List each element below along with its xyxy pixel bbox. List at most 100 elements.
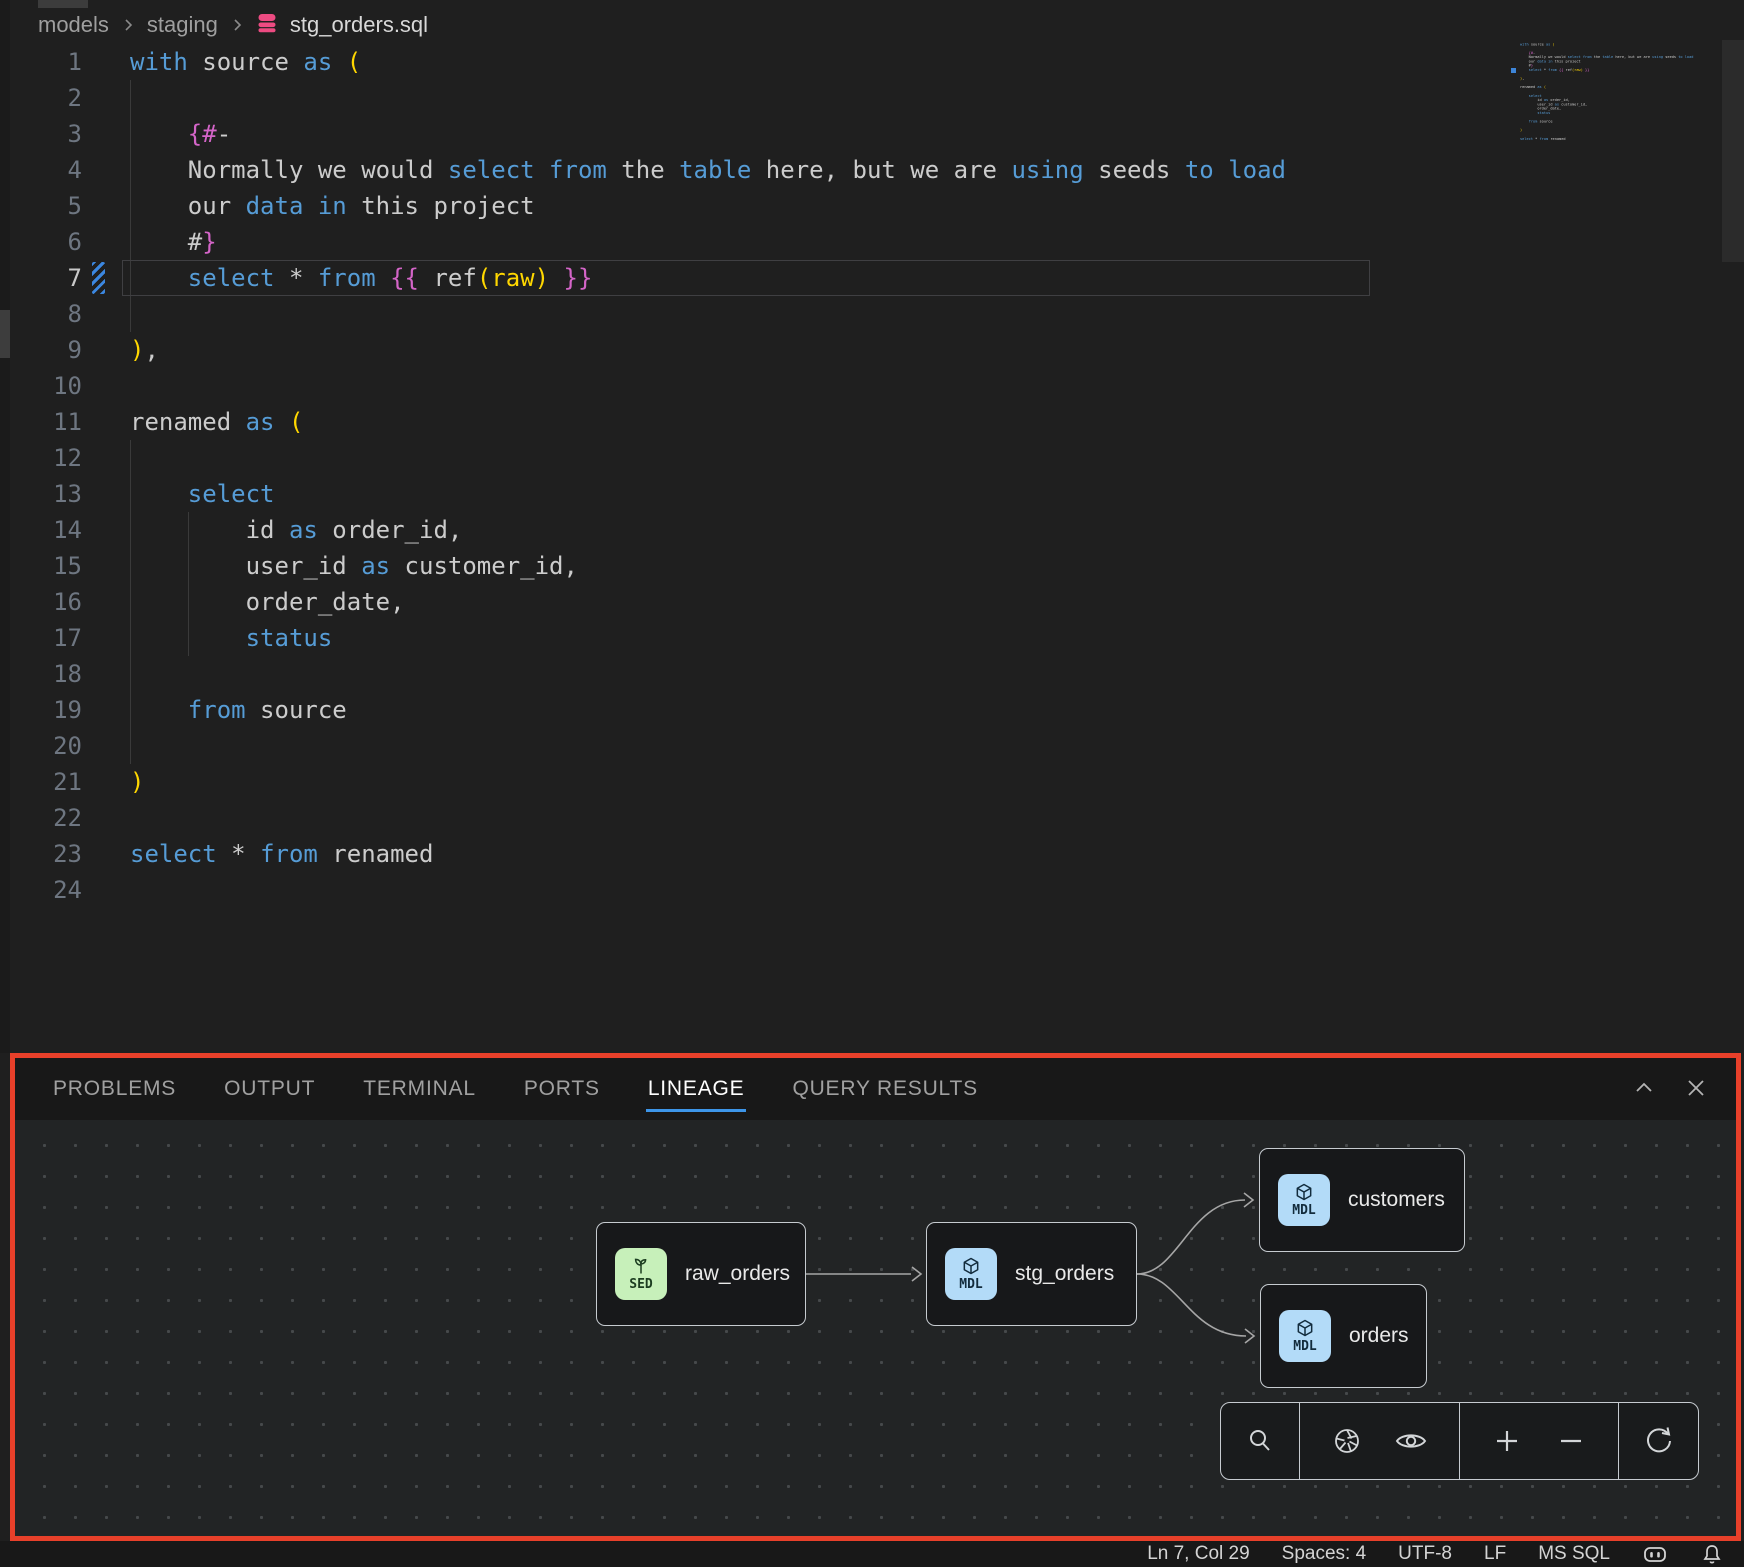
indent-guide — [130, 476, 131, 512]
code-line[interactable]: 3 {#- — [10, 116, 1500, 152]
panel-tab-lineage[interactable]: LINEAGE — [648, 1077, 745, 1101]
code-line[interactable]: 15 user_id as customer_id, — [10, 548, 1500, 584]
code-line[interactable]: 4 Normally we would select from the tabl… — [10, 152, 1500, 188]
breadcrumb-file[interactable]: stg_orders.sql — [290, 12, 428, 38]
lineage-node-stg-orders[interactable]: MDL stg_orders — [926, 1222, 1137, 1326]
code-line[interactable]: 8 — [10, 296, 1500, 332]
line-number[interactable]: 21 — [10, 764, 82, 800]
lineage-canvas[interactable]: SED raw_orders MDL stg_orders — [15, 1120, 1736, 1536]
line-number[interactable]: 17 — [10, 620, 82, 656]
bell-icon[interactable] — [1700, 1542, 1724, 1566]
code-line[interactable]: 19 from source — [10, 692, 1500, 728]
code-line[interactable]: 17 status — [10, 620, 1500, 656]
code-text: our data in this project — [130, 188, 535, 224]
chevron-up-icon[interactable] — [1630, 1074, 1658, 1102]
line-number[interactable]: 1 — [10, 44, 82, 80]
code-line[interactable]: 9), — [10, 332, 1500, 368]
line-number[interactable]: 9 — [10, 332, 82, 368]
line-number[interactable]: 14 — [10, 512, 82, 548]
panel-tab-output[interactable]: OUTPUT — [224, 1077, 315, 1101]
aperture-button[interactable] — [1330, 1424, 1364, 1458]
refresh-button[interactable] — [1619, 1403, 1698, 1479]
encoding[interactable]: UTF-8 — [1398, 1543, 1452, 1565]
indent-guide — [130, 188, 131, 224]
chevron-right-icon — [121, 18, 135, 32]
code-line[interactable]: 7 select * from {{ ref(raw) }} — [10, 260, 1500, 296]
code-line[interactable]: 10 — [10, 368, 1500, 404]
copilot-icon[interactable] — [1642, 1541, 1668, 1567]
line-number[interactable]: 16 — [10, 584, 82, 620]
gutter-marker — [92, 838, 105, 870]
code-editor[interactable]: 1with source as (23 {#-4 Normally we wou… — [10, 44, 1500, 908]
indent-guide — [188, 548, 189, 584]
line-number[interactable]: 5 — [10, 188, 82, 224]
search-button[interactable] — [1221, 1403, 1300, 1479]
code-line[interactable]: 23select * from renamed — [10, 836, 1500, 872]
code-line[interactable]: 18 — [10, 656, 1500, 692]
node-label: customers — [1348, 1188, 1445, 1212]
code-line[interactable]: 21) — [10, 764, 1500, 800]
line-number[interactable]: 23 — [10, 836, 82, 872]
code-text: id as order_id, — [130, 512, 462, 548]
panel-tab-problems[interactable]: PROBLEMS — [53, 1077, 176, 1101]
line-number[interactable]: 8 — [10, 296, 82, 332]
line-number[interactable]: 7 — [10, 260, 82, 296]
code-line[interactable]: 16 order_date, — [10, 584, 1500, 620]
panel-tab-ports[interactable]: PORTS — [524, 1077, 600, 1101]
lineage-node-customers[interactable]: MDL customers — [1259, 1148, 1465, 1252]
code-line[interactable]: 6 #} — [10, 224, 1500, 260]
edge-stg-to-customers — [1137, 1200, 1245, 1274]
line-number[interactable]: 11 — [10, 404, 82, 440]
panel-tab-terminal[interactable]: TERMINAL — [363, 1077, 476, 1101]
breadcrumb-item-staging[interactable]: staging — [147, 12, 218, 38]
code-line[interactable]: 1with source as ( — [10, 44, 1500, 80]
code-line[interactable]: 11renamed as ( — [10, 404, 1500, 440]
close-icon[interactable] — [1682, 1074, 1710, 1102]
aperture-icon — [1330, 1424, 1364, 1458]
code-line[interactable]: 13 select — [10, 476, 1500, 512]
code-line[interactable]: 2 — [10, 80, 1500, 116]
code-line[interactable]: 20 — [10, 728, 1500, 764]
code-line[interactable]: 24 — [10, 872, 1500, 908]
editor-scrollbar[interactable] — [1722, 40, 1744, 262]
indent-guide — [130, 152, 131, 188]
code-line[interactable]: 22 — [10, 800, 1500, 836]
line-number[interactable]: 12 — [10, 440, 82, 476]
eol-sequence[interactable]: LF — [1484, 1543, 1506, 1565]
lineage-node-raw-orders[interactable]: SED raw_orders — [596, 1222, 806, 1326]
line-number[interactable]: 6 — [10, 224, 82, 260]
line-number[interactable]: 18 — [10, 656, 82, 692]
breadcrumb-item-models[interactable]: models — [38, 12, 109, 38]
line-number[interactable]: 24 — [10, 872, 82, 908]
zoom-in-button[interactable] — [1491, 1425, 1523, 1457]
lineage-node-orders[interactable]: MDL orders — [1260, 1284, 1427, 1388]
line-number[interactable]: 2 — [10, 80, 82, 116]
left-strip-thumb[interactable] — [0, 310, 10, 358]
gutter-marker — [92, 118, 105, 150]
code-line[interactable]: 12 — [10, 440, 1500, 476]
cursor-position[interactable]: Ln 7, Col 29 — [1147, 1543, 1249, 1565]
line-number[interactable]: 13 — [10, 476, 82, 512]
line-number[interactable]: 10 — [10, 368, 82, 404]
line-number[interactable]: 22 — [10, 800, 82, 836]
panel-tab-query-results[interactable]: QUERY RESULTS — [792, 1077, 977, 1101]
cube-icon — [961, 1256, 981, 1276]
breadcrumb: models staging stg_orders.sql — [38, 8, 428, 42]
line-number[interactable]: 15 — [10, 548, 82, 584]
indent-guide — [188, 620, 189, 656]
minimap[interactable]: with source as ( {#- Normally we would s… — [1520, 42, 1710, 157]
gutter-marker — [92, 298, 105, 330]
line-number[interactable]: 3 — [10, 116, 82, 152]
line-number[interactable]: 19 — [10, 692, 82, 728]
code-text: from source — [130, 692, 347, 728]
language-mode[interactable]: MS SQL — [1538, 1543, 1610, 1565]
line-number[interactable]: 20 — [10, 728, 82, 764]
zoom-out-button[interactable] — [1555, 1425, 1587, 1457]
code-line[interactable]: 14 id as order_id, — [10, 512, 1500, 548]
indent-guide — [130, 296, 131, 332]
line-number[interactable]: 4 — [10, 152, 82, 188]
code-line[interactable]: 5 our data in this project — [10, 188, 1500, 224]
eye-button[interactable] — [1393, 1423, 1429, 1459]
indent-guide — [130, 620, 131, 656]
indentation[interactable]: Spaces: 4 — [1282, 1543, 1367, 1565]
